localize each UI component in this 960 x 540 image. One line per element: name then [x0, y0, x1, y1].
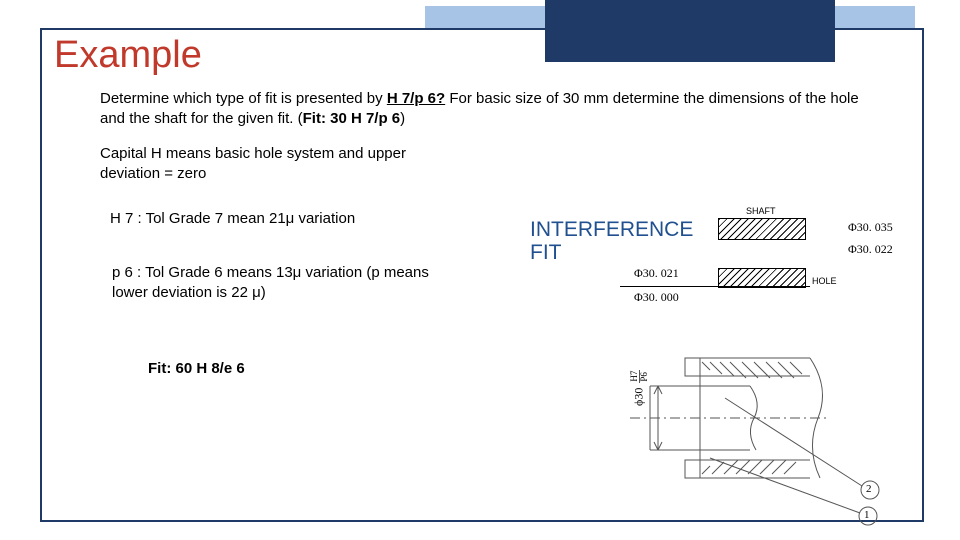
fit-full: Fit: 30 H 7/p 6: [303, 110, 401, 127]
leader-1: 1: [864, 509, 870, 521]
tolerance-p6: p 6 : Tol Grade 6 means 13μ variation (p…: [112, 263, 432, 304]
hole-system-note: Capital H means basic hole system and up…: [100, 144, 420, 185]
dim-hole-lower: Φ30. 000: [634, 290, 679, 305]
fit-bot: P6: [640, 370, 649, 383]
shaft-tolerance-zone: [718, 218, 806, 240]
title-box: [545, 0, 835, 62]
prompt-text-pre: Determine which type of fit is presented…: [100, 90, 387, 107]
dia-label: ϕ30: [631, 388, 645, 406]
prompt-text-post: ): [400, 110, 405, 127]
dim-shaft-upper: Φ30. 035: [848, 220, 893, 235]
zero-line: [620, 286, 810, 287]
hole-label: HOLE: [812, 276, 837, 286]
dim-hole-upper: Φ30. 021: [634, 266, 679, 281]
fit-type-heading: INTERFERENCE FIT: [530, 218, 690, 264]
hole-tolerance-zone: [718, 268, 806, 288]
engineering-drawing: ϕ30 H7 P6 1 2: [630, 328, 910, 528]
fit-designation: H 7/p 6?: [387, 90, 445, 107]
slide-body: Example Determine which type of fit is p…: [40, 28, 920, 518]
problem-statement: Determine which type of fit is presented…: [100, 89, 860, 130]
shaft-label: SHAFT: [746, 206, 776, 216]
dim-shaft-lower: Φ30. 022: [848, 242, 893, 257]
leader-2: 2: [866, 483, 872, 495]
